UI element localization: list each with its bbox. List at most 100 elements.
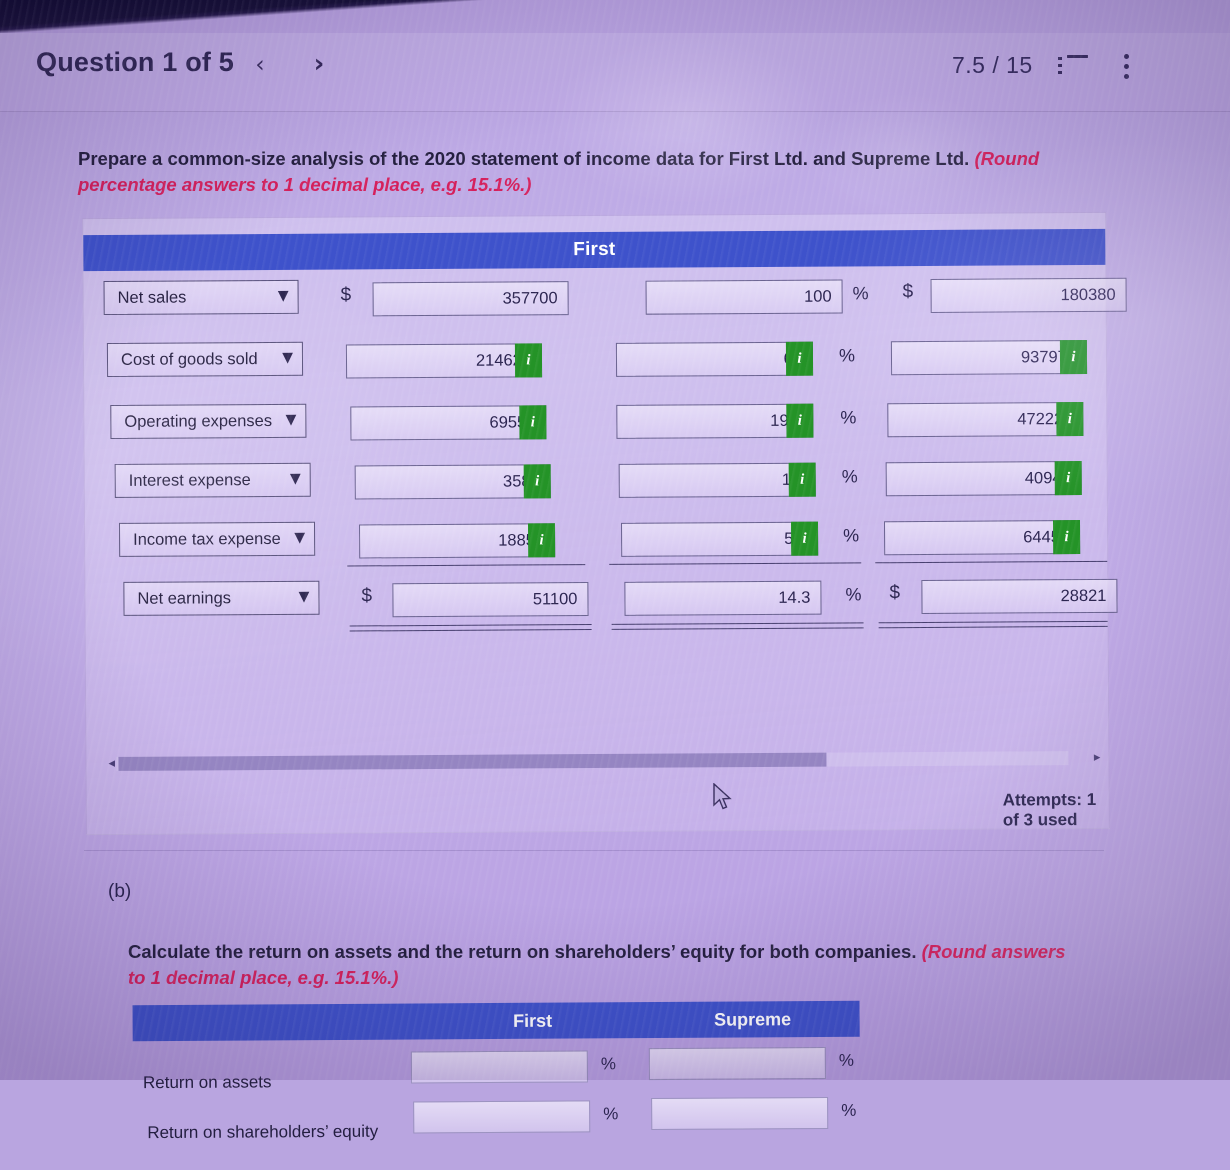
currency-symbol: $ <box>340 284 352 306</box>
return-on-assets-supreme-input[interactable] <box>648 1046 826 1081</box>
scrollbar-thumb[interactable] <box>118 752 827 771</box>
chevron-down-icon: ▼ <box>289 470 301 487</box>
percent-symbol: % <box>852 283 869 304</box>
info-badge-icon[interactable]: i <box>1056 402 1084 437</box>
percent-symbol: % <box>600 1054 617 1074</box>
supreme-amount-input-0[interactable]: 180380 <box>930 277 1127 313</box>
currency-symbol: $ <box>361 585 373 607</box>
percent-symbol: % <box>838 1050 855 1070</box>
info-badge-icon[interactable]: i <box>514 343 543 378</box>
list-view-icon[interactable] <box>1058 55 1088 81</box>
supreme-amount-input-5[interactable]: 28821 <box>921 578 1118 615</box>
percent-symbol: % <box>841 466 858 487</box>
line-item-select-0[interactable]: Net sales ▼ <box>103 279 299 316</box>
percent-symbol: % <box>840 407 857 428</box>
percent-input-5[interactable]: 14.3 <box>624 580 822 616</box>
section-divider <box>84 850 1104 851</box>
line-item-label-0: Net sales <box>117 287 187 307</box>
question-content: Prepare a common-size analysis of the 20… <box>0 111 1230 1142</box>
currency-symbol: $ <box>889 582 901 604</box>
returns-column-supreme: Supreme <box>714 1008 792 1030</box>
total-double-rule <box>611 622 864 630</box>
table-row: Net earnings ▼ $ 51100 14.3 % $ 28821 <box>99 576 1118 626</box>
info-badge-icon[interactable]: i <box>785 341 814 376</box>
table-header-first: First <box>83 228 1106 272</box>
line-item-label-4: Income tax expense <box>133 529 281 549</box>
scroll-right-arrow-icon[interactable]: ▸ <box>1094 750 1101 765</box>
question-header-bar: Question 1 of 5 ‹ › 7.5 / 15 <box>0 33 1230 112</box>
line-item-select-5[interactable]: Net earnings ▼ <box>123 580 320 616</box>
return-on-equity-label: Return on shareholders’ equity <box>147 1121 379 1143</box>
amount-input-1[interactable]: 214620 <box>345 343 543 379</box>
info-badge-icon[interactable]: i <box>1059 339 1088 375</box>
horizontal-scrollbar[interactable]: ◂ ▸ <box>108 747 1100 775</box>
kebab-menu-icon[interactable] <box>1120 53 1134 83</box>
amount-input-3[interactable]: 3580 <box>354 464 551 500</box>
score-display: 7.5 / 15 <box>952 52 1033 78</box>
mouse-pointer-icon <box>713 783 732 810</box>
chevron-down-icon: ▼ <box>285 411 297 428</box>
chevron-down-icon: ▼ <box>282 349 294 366</box>
amount-input-2[interactable]: 69550 <box>350 405 547 441</box>
supreme-amount-input-1[interactable]: 937976 <box>890 339 1088 376</box>
info-badge-icon[interactable]: i <box>519 405 547 440</box>
returns-table-card: First Supreme Return on assets % % Retur… <box>132 1000 861 1170</box>
percent-input-4[interactable]: 5.3 <box>620 521 819 557</box>
chevron-down-icon: ▼ <box>294 529 306 546</box>
common-size-table-card: First Net sales ▼ $ 357700 100 % $ 18038… <box>82 211 1127 836</box>
percent-input-0[interactable]: 100 <box>645 279 843 315</box>
percent-input-3[interactable]: 1.0 <box>618 462 816 498</box>
percent-input-2[interactable]: 19.4 <box>616 403 814 439</box>
chevron-down-icon: ▼ <box>277 287 289 304</box>
total-double-rule <box>349 624 592 632</box>
currency-symbol: $ <box>902 281 914 303</box>
info-badge-icon[interactable]: i <box>786 403 814 438</box>
part-a-prompt-text: Prepare a common-size analysis of the 20… <box>78 148 975 169</box>
attempts-status: Attempts: 1 of 3 used <box>1002 789 1097 830</box>
chevron-right-icon[interactable]: › <box>306 51 332 77</box>
part-b-prompt: Calculate the return on assets and the r… <box>128 939 1073 991</box>
return-on-equity-first-input[interactable] <box>413 1100 591 1134</box>
subtotal-rule <box>609 562 862 566</box>
info-badge-icon[interactable]: i <box>1052 520 1081 555</box>
amount-input-5[interactable]: 51100 <box>392 582 589 618</box>
table-row: Net sales ▼ $ 357700 100 % $ 180380 <box>98 275 1127 325</box>
info-badge-icon[interactable]: i <box>527 523 556 558</box>
page-title: Question 1 of 5 <box>36 47 235 77</box>
scroll-left-arrow-icon[interactable]: ◂ <box>108 756 115 771</box>
percent-symbol: % <box>841 1100 857 1120</box>
supreme-amount-input-4[interactable]: 64450 <box>883 520 1081 556</box>
percent-symbol: % <box>845 584 862 605</box>
percent-input-1[interactable]: 60 <box>615 341 814 377</box>
subtotal-rule <box>875 560 1108 564</box>
table-row: Operating expenses ▼ 69550 i 19.4 i % 47… <box>98 399 1108 449</box>
returns-column-first: First <box>513 1010 553 1031</box>
return-on-assets-first-input[interactable] <box>410 1050 588 1084</box>
percent-symbol: % <box>603 1104 619 1124</box>
amount-input-0[interactable]: 357700 <box>372 281 569 317</box>
return-on-equity-supreme-input[interactable] <box>651 1096 829 1131</box>
table-row: Interest expense ▼ 3580 i 1.0 i % 40940 … <box>99 458 1109 508</box>
part-b-prompt-text: Calculate the return on assets and the r… <box>128 941 922 962</box>
returns-table-header: First Supreme <box>132 1000 860 1042</box>
supreme-amount-input-3[interactable]: 40940 <box>885 461 1082 497</box>
info-badge-icon[interactable]: i <box>523 464 551 499</box>
total-double-rule <box>878 620 1108 629</box>
part-b-label: (b) <box>108 881 132 902</box>
info-badge-icon[interactable]: i <box>788 462 816 497</box>
amount-input-4[interactable]: 18850 <box>359 523 556 559</box>
chevron-left-icon[interactable]: ‹ <box>247 54 273 77</box>
line-item-select-4[interactable]: Income tax expense ▼ <box>118 521 316 557</box>
line-item-select-2[interactable]: Operating expenses ▼ <box>110 403 307 439</box>
supreme-amount-input-2[interactable]: 472220 <box>887 402 1084 438</box>
line-item-label-5: Net earnings <box>137 588 232 608</box>
line-item-label-2: Operating expenses <box>124 411 273 431</box>
info-badge-icon[interactable]: i <box>1054 461 1082 496</box>
info-badge-icon[interactable]: i <box>790 521 819 556</box>
table-row: Income tax expense ▼ 18850 i 5.3 i % 644… <box>99 517 1109 567</box>
line-item-select-1[interactable]: Cost of goods sold ▼ <box>106 341 304 377</box>
line-item-select-3[interactable]: Interest expense ▼ <box>114 462 311 498</box>
return-on-assets-label: Return on assets <box>142 1072 272 1093</box>
subtotal-rule <box>347 564 586 567</box>
line-item-label-1: Cost of goods sold <box>120 349 258 369</box>
